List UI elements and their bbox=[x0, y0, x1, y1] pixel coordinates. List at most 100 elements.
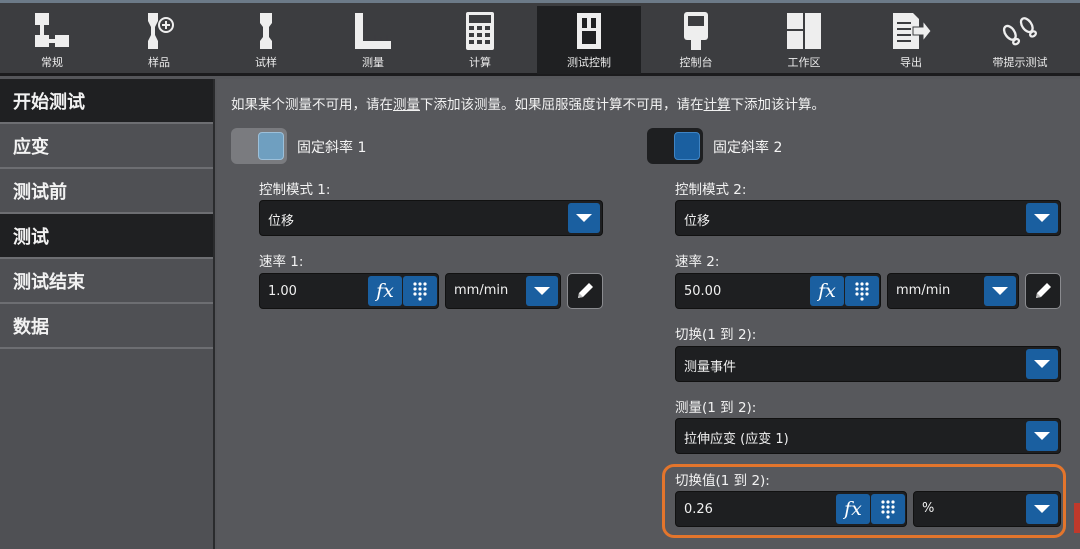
keypad-icon bbox=[413, 282, 427, 301]
toolbar-item-general[interactable]: 常规 bbox=[0, 6, 104, 74]
toolbar-item-workspace[interactable]: 工作区 bbox=[752, 6, 856, 74]
pencil-icon bbox=[578, 283, 593, 298]
toolbar-label: 控制台 bbox=[679, 56, 713, 69]
chevron-down-icon[interactable] bbox=[1026, 421, 1058, 451]
toolbar-label: 工作区 bbox=[787, 56, 821, 69]
formula-button[interactable]: fx bbox=[810, 276, 844, 306]
select-value: 测量事件 bbox=[684, 360, 737, 375]
chevron-down-icon[interactable] bbox=[984, 276, 1016, 306]
input-value: 0.26 bbox=[684, 502, 713, 517]
export-icon bbox=[891, 9, 931, 53]
toggle-knob bbox=[674, 132, 700, 160]
chevron-down-icon[interactable] bbox=[1026, 349, 1058, 379]
chevron-down-icon[interactable] bbox=[526, 276, 558, 306]
top-toolbar: 常规 样品 试样 测量 计算 测试控制 控制台 工作区 导出 带提示测试 bbox=[0, 0, 1080, 76]
ramp-1-label: 固定斜率 1 bbox=[297, 140, 367, 156]
switch-1-to-2-select[interactable]: 测量事件 bbox=[675, 346, 1061, 382]
keypad-button[interactable] bbox=[845, 276, 879, 306]
dogbone-icon bbox=[246, 9, 286, 53]
rate-1-label: 速率 1: bbox=[259, 254, 304, 270]
rate-1-unit-select[interactable]: mm/min bbox=[445, 273, 561, 309]
control-mode-2-label: 控制模式 2: bbox=[675, 182, 747, 198]
test-frame-icon bbox=[569, 9, 609, 53]
control-mode-2-select[interactable]: 位移 bbox=[675, 200, 1061, 236]
chevron-down-icon[interactable] bbox=[568, 203, 600, 233]
sidebar-item-end-of-test[interactable]: 测试结束 bbox=[0, 259, 213, 304]
sidebar-item-pretest[interactable]: 测试前 bbox=[0, 169, 213, 214]
sidebar-item-label: 开始测试 bbox=[13, 91, 85, 113]
toolbar-label: 导出 bbox=[900, 56, 922, 69]
toolbar-item-specimen[interactable]: 试样 bbox=[214, 6, 318, 74]
chevron-down-icon[interactable] bbox=[1026, 494, 1058, 524]
rate-1-input[interactable]: 1.00 fx bbox=[259, 273, 439, 309]
keypad-button[interactable] bbox=[871, 494, 905, 524]
toolbar-item-measure[interactable]: 测量 bbox=[321, 6, 425, 74]
sidebar-item-strain[interactable]: 应变 bbox=[0, 124, 213, 169]
info-text: 下添加该测量。如果屈服强度计算不可用，请在 bbox=[420, 97, 704, 113]
toolbar-item-calculate[interactable]: 计算 bbox=[428, 6, 532, 74]
edit-rate-1-button[interactable] bbox=[567, 273, 603, 309]
sidebar-item-label: 数据 bbox=[13, 316, 49, 338]
console-icon bbox=[676, 9, 716, 53]
toolbar-item-test-control[interactable]: 测试控制 bbox=[537, 6, 641, 74]
toolbar-label: 常规 bbox=[41, 56, 63, 69]
rate-2-label: 速率 2: bbox=[675, 254, 720, 270]
ramp-2-toggle[interactable] bbox=[647, 128, 703, 164]
sidebar-item-test[interactable]: 测试 bbox=[0, 214, 213, 259]
footprints-icon bbox=[1000, 9, 1040, 53]
test-control-panel: 如果某个测量不可用，请在测量下添加该测量。如果屈服强度计算不可用，请在计算下添加… bbox=[217, 79, 1080, 549]
edit-rate-2-button[interactable] bbox=[1025, 273, 1061, 309]
toggle-knob bbox=[258, 132, 284, 160]
fx-icon: fx bbox=[376, 280, 394, 302]
toolbar-label: 测量 bbox=[362, 56, 384, 69]
toolbar-label: 带提示测试 bbox=[992, 56, 1048, 69]
info-text: 下添加该计算。 bbox=[730, 97, 826, 113]
switch-value-label: 切换值(1 到 2): bbox=[675, 473, 770, 489]
sidebar-item-label: 应变 bbox=[13, 136, 49, 158]
select-value: 拉伸应变 (应变 1) bbox=[684, 432, 789, 447]
control-mode-1-label: 控制模式 1: bbox=[259, 182, 331, 198]
fx-icon: fx bbox=[818, 280, 836, 302]
sidebar-item-label: 测试结束 bbox=[13, 271, 85, 293]
switch-value-input[interactable]: 0.26 fx bbox=[675, 491, 907, 527]
keypad-icon bbox=[881, 500, 895, 519]
workspace-icon bbox=[784, 9, 824, 53]
select-value: 位移 bbox=[684, 214, 711, 229]
fx-icon: fx bbox=[844, 498, 862, 520]
select-value: mm/min bbox=[896, 283, 951, 298]
measurement-1-to-2-select[interactable]: 拉伸应变 (应变 1) bbox=[675, 418, 1061, 454]
measure-link[interactable]: 测量 bbox=[393, 97, 420, 113]
measurement-1-to-2-label: 测量(1 到 2): bbox=[675, 400, 757, 416]
select-value: mm/min bbox=[454, 283, 509, 298]
keypad-button[interactable] bbox=[403, 276, 437, 306]
flowchart-icon bbox=[32, 9, 72, 53]
ramp-1-toggle[interactable] bbox=[231, 128, 287, 164]
info-message: 如果某个测量不可用，请在测量下添加该测量。如果屈服强度计算不可用，请在计算下添加… bbox=[231, 93, 825, 113]
rate-2-unit-select[interactable]: mm/min bbox=[887, 273, 1019, 309]
select-value: 位移 bbox=[268, 214, 295, 229]
scroll-edge-marker bbox=[1074, 503, 1080, 533]
toolbar-item-guided-test[interactable]: 带提示测试 bbox=[968, 6, 1072, 74]
rate-2-input[interactable]: 50.00 fx bbox=[675, 273, 881, 309]
select-value: % bbox=[922, 501, 935, 516]
toolbar-label: 计算 bbox=[469, 56, 491, 69]
sidebar-item-data[interactable]: 数据 bbox=[0, 304, 213, 349]
formula-button[interactable]: fx bbox=[368, 276, 402, 306]
toolbar-item-sample[interactable]: 样品 bbox=[107, 6, 211, 74]
toolbar-label: 测试控制 bbox=[567, 56, 611, 69]
toolbar-item-export[interactable]: 导出 bbox=[859, 6, 963, 74]
switch-value-unit-select[interactable]: % bbox=[913, 491, 1061, 527]
sidebar: 开始测试 应变 测试前 测试 测试结束 数据 bbox=[0, 79, 215, 549]
input-value: 50.00 bbox=[684, 284, 722, 299]
sidebar-item-start-test[interactable]: 开始测试 bbox=[0, 79, 213, 124]
sidebar-item-label: 测试前 bbox=[13, 181, 67, 203]
info-text: 如果某个测量不可用，请在 bbox=[231, 97, 393, 113]
control-mode-1-select[interactable]: 位移 bbox=[259, 200, 603, 236]
formula-button[interactable]: fx bbox=[836, 494, 870, 524]
toolbar-label: 试样 bbox=[255, 56, 277, 69]
chevron-down-icon[interactable] bbox=[1026, 203, 1058, 233]
input-value: 1.00 bbox=[268, 284, 297, 299]
calculation-link[interactable]: 计算 bbox=[704, 97, 731, 113]
ramp-2-label: 固定斜率 2 bbox=[713, 140, 783, 156]
toolbar-item-console[interactable]: 控制台 bbox=[644, 6, 748, 74]
